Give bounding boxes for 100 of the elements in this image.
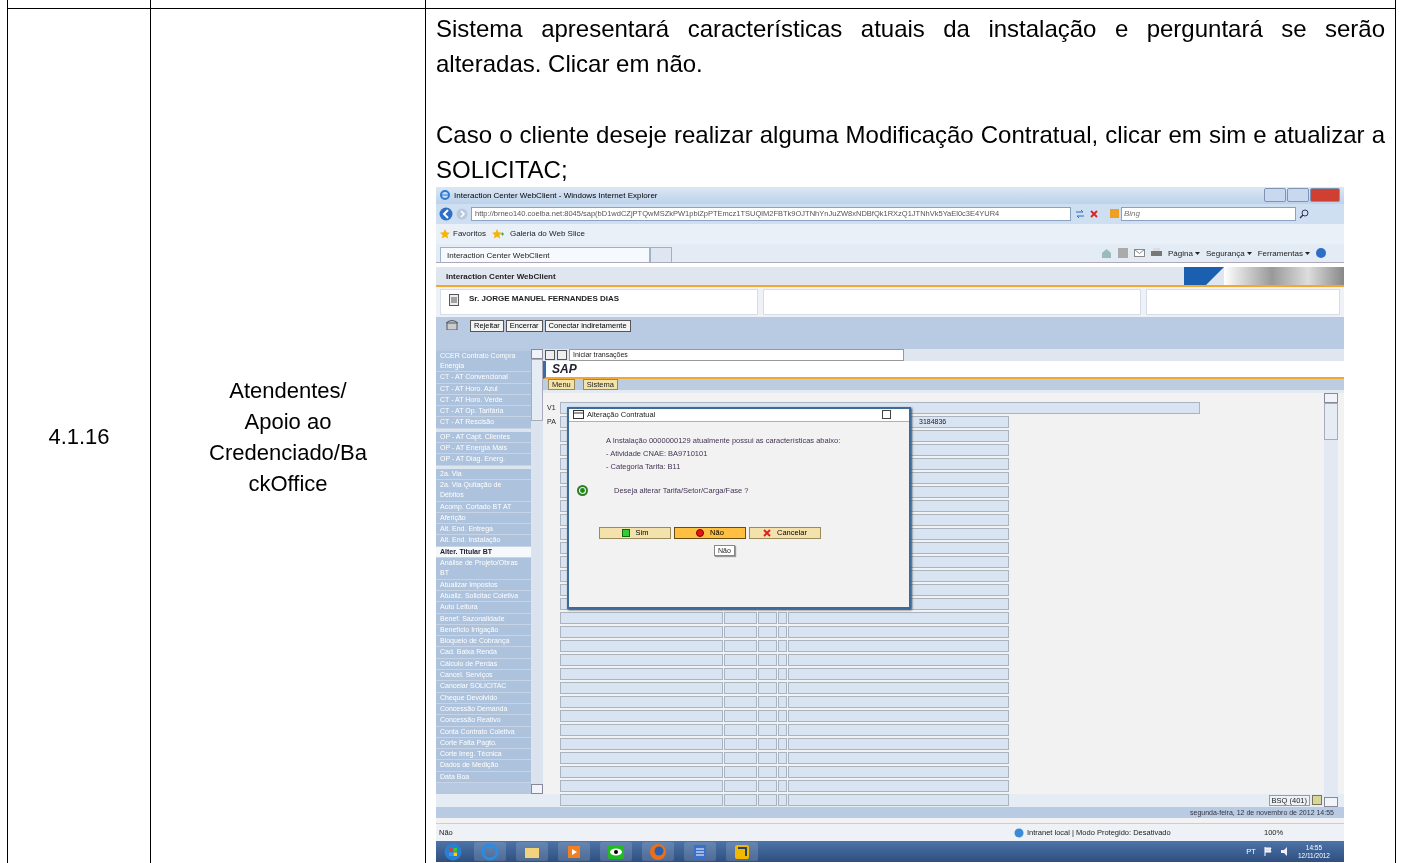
input-field[interactable] (788, 681, 1009, 694)
input-field[interactable] (788, 737, 1009, 750)
input-field[interactable] (778, 723, 787, 736)
home-icon[interactable] (1101, 248, 1112, 259)
input-field[interactable] (724, 695, 757, 708)
input-field[interactable] (724, 709, 757, 722)
input-field[interactable] (758, 751, 777, 764)
close-button[interactable] (882, 410, 891, 420)
input-field[interactable] (758, 695, 777, 708)
caret-icon[interactable] (1305, 251, 1310, 255)
start-button[interactable] (444, 842, 462, 861)
back-button[interactable] (439, 206, 453, 221)
input-field[interactable] (560, 667, 723, 680)
input-field[interactable] (778, 779, 787, 792)
input-field[interactable] (724, 779, 757, 792)
input-field[interactable] (724, 667, 757, 680)
input-field[interactable] (724, 611, 757, 624)
input-field[interactable] (560, 625, 723, 638)
input-field[interactable] (778, 625, 787, 638)
search-icon[interactable] (1299, 208, 1309, 219)
minimize-button[interactable] (1264, 188, 1286, 203)
input-field[interactable] (758, 723, 777, 736)
input-field[interactable] (778, 653, 787, 666)
input-field[interactable] (560, 737, 723, 750)
input-field[interactable] (788, 667, 1009, 680)
input-field[interactable] (788, 611, 1009, 624)
input-field[interactable] (758, 667, 777, 680)
input-field[interactable] (778, 751, 787, 764)
input-field[interactable] (560, 751, 723, 764)
browser-tab[interactable]: Interaction Center WebClient (440, 247, 650, 263)
printer-icon[interactable] (1151, 248, 1162, 259)
input-field[interactable] (560, 723, 723, 736)
input-field[interactable] (788, 793, 1009, 806)
input-field[interactable] (724, 681, 757, 694)
input-field[interactable] (778, 709, 787, 722)
input-field[interactable] (560, 709, 723, 722)
input-field[interactable] (788, 653, 1009, 666)
input-field[interactable] (758, 765, 777, 778)
input-field[interactable] (560, 779, 723, 792)
add-favorite-icon[interactable] (491, 228, 504, 239)
input-field[interactable] (758, 611, 777, 624)
document-icon[interactable] (691, 842, 709, 861)
app-icon[interactable] (733, 842, 751, 861)
command-menu[interactable]: Segurança (1205, 248, 1245, 258)
input-field[interactable] (778, 667, 787, 680)
previous-button[interactable] (545, 349, 555, 360)
command-menu[interactable]: Ferramentas (1257, 248, 1303, 258)
input-field[interactable] (724, 737, 757, 750)
eye-icon[interactable] (607, 842, 625, 861)
input-field[interactable] (788, 709, 1009, 722)
input-field[interactable] (758, 737, 777, 750)
input-field[interactable] (778, 611, 787, 624)
stop-icon[interactable] (1089, 208, 1099, 219)
input-field[interactable] (788, 765, 1009, 778)
input-field[interactable] (758, 779, 777, 792)
refresh-icon[interactable] (1074, 208, 1086, 219)
input-field[interactable] (778, 681, 787, 694)
input-field[interactable] (724, 793, 757, 806)
command-menu[interactable]: Página (1168, 248, 1193, 258)
input-field[interactable] (724, 653, 757, 666)
input-field[interactable] (788, 723, 1009, 736)
forward-button[interactable] (456, 207, 468, 220)
speaker-icon[interactable] (1280, 847, 1290, 857)
input-field[interactable] (560, 765, 723, 778)
caret-icon[interactable] (1246, 251, 1252, 255)
input-field[interactable] (724, 751, 757, 764)
input-field[interactable] (560, 653, 723, 666)
flag-icon[interactable] (1263, 847, 1273, 857)
input-field[interactable] (724, 723, 757, 736)
scrollbar[interactable] (531, 348, 543, 794)
input-field[interactable] (788, 779, 1009, 792)
input-field[interactable] (778, 737, 787, 750)
input-field[interactable] (788, 695, 1009, 708)
input-field[interactable] (788, 639, 1009, 652)
maximize-button[interactable] (1287, 188, 1309, 203)
input-field[interactable] (778, 765, 787, 778)
input-field[interactable] (560, 611, 723, 624)
input-field[interactable] (724, 765, 757, 778)
input-field[interactable] (758, 653, 777, 666)
input-field[interactable] (758, 639, 777, 652)
next-button[interactable] (557, 349, 567, 360)
search-field[interactable]: Bing (1121, 206, 1296, 221)
input-field[interactable] (560, 793, 723, 806)
input-field[interactable] (724, 639, 757, 652)
input-field[interactable] (778, 695, 787, 708)
favorites-button[interactable]: Favoritos (440, 228, 486, 239)
input-field[interactable] (758, 681, 777, 694)
input-field[interactable] (758, 625, 777, 638)
input-field[interactable] (778, 639, 787, 652)
scrollbar[interactable] (1324, 392, 1338, 807)
caret-icon[interactable] (1194, 251, 1200, 255)
input-field[interactable] (560, 639, 723, 652)
mail-icon[interactable] (1134, 249, 1145, 258)
input-field[interactable] (778, 793, 787, 806)
input-field[interactable] (758, 793, 777, 806)
input-field[interactable] (560, 681, 723, 694)
new-tab-button[interactable] (650, 247, 672, 263)
input-field[interactable] (724, 625, 757, 638)
input-field[interactable] (758, 709, 777, 722)
favorites-link[interactable]: Galeria do Web Slice (509, 229, 585, 239)
